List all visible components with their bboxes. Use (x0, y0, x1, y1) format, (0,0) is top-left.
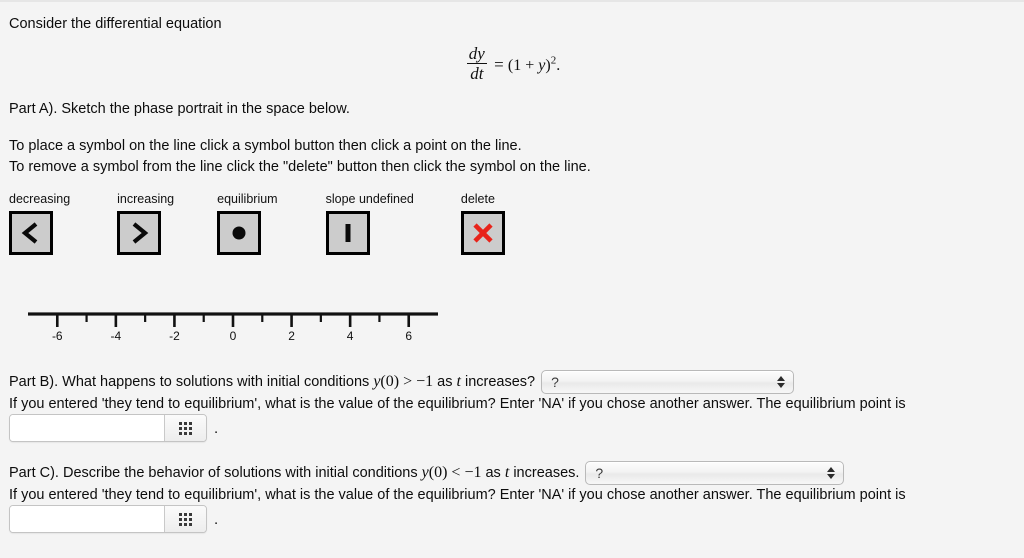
part-c-question: Part C). Describe the behavior of soluti… (0, 461, 845, 485)
part-b-select-spinner-icon (777, 376, 786, 388)
tool-decreasing-label: decreasing (9, 192, 71, 206)
equals-sign: = (494, 54, 504, 74)
part-c-question-pre: Part C). Describe the behavior of soluti… (9, 464, 422, 481)
vertical-bar-icon (337, 221, 359, 245)
part-c-math-input-group[interactable] (9, 505, 207, 533)
major-tick (407, 314, 411, 327)
math-keypad-grid-icon (179, 512, 192, 526)
part-c-subprompt: If you entered 'they tend to equilibrium… (9, 487, 906, 503)
equation-period: . (556, 56, 561, 74)
minor-tick (261, 314, 264, 322)
part-b-select[interactable]: ? (541, 370, 795, 394)
tick-label: -2 (169, 329, 180, 343)
part-b-answer-row: . (9, 414, 218, 442)
part-a-prompt: Part A). Sketch the phase portrait in th… (9, 101, 350, 117)
tick-label: 0 (230, 329, 237, 343)
tool-increasing: increasing (117, 192, 174, 255)
derivative-fraction: dy dt (466, 44, 487, 83)
increasing-button[interactable] (117, 211, 162, 255)
equilibrium-button[interactable] (217, 211, 262, 255)
minor-tick (319, 314, 322, 322)
tool-equilibrium-label: equilibrium (217, 192, 278, 206)
delete-button[interactable] (460, 211, 505, 255)
part-b-subprompt: If you entered 'they tend to equilibrium… (9, 396, 906, 412)
left-chevron-icon (20, 221, 42, 245)
part-b-question-post: increases? (460, 373, 536, 390)
place-symbol-instruction: To place a symbol on the line click a sy… (9, 138, 522, 154)
major-tick (290, 314, 293, 327)
fraction-denominator: dt (470, 64, 484, 83)
remove-symbol-instruction: To remove a symbol from the line click t… (9, 159, 591, 175)
part-c-math-var: y (421, 463, 429, 481)
phase-line-svg[interactable]: -6 -4 -2 0 2 4 6 (0, 302, 470, 350)
part-c-select-spinner-icon (827, 467, 836, 479)
slope-undefined-button[interactable] (325, 211, 370, 255)
part-c-math-arg: (0) (428, 463, 448, 481)
part-b-question-pre: Part B). What happens to solutions with … (9, 373, 374, 390)
tool-equilibrium: equilibrium (217, 192, 278, 255)
part-b-keypad-button[interactable] (164, 415, 206, 441)
part-c-trailing-period: . (214, 510, 219, 528)
part-c-question-post: increases. (509, 464, 580, 481)
tick-label: -6 (52, 329, 63, 343)
minor-tick (202, 314, 205, 322)
tool-delete: delete (460, 192, 505, 255)
part-c-select-value: ? (595, 465, 604, 481)
major-tick (114, 314, 118, 327)
tool-slope-undefined-label: slope undefined (325, 192, 414, 206)
minor-tick (85, 314, 88, 322)
differential-equation: dy dt = (1 + y)2. (0, 44, 1024, 83)
tick-label: 6 (405, 329, 412, 343)
part-b-math-input-group[interactable] (9, 414, 207, 442)
tool-delete-label: delete (460, 192, 495, 206)
rhs-open: (1 + (507, 56, 539, 74)
part-c-math-rel: < −1 (447, 463, 482, 481)
phase-line-canvas[interactable]: -6 -4 -2 0 2 4 6 (0, 302, 470, 350)
symbol-toolbar: decreasing increasing equilibrium slope … (9, 192, 505, 255)
part-b-math-arg: (0) (380, 372, 400, 390)
part-b-question: Part B). What happens to solutions with … (0, 370, 795, 394)
part-c-answer-row: . (9, 505, 218, 533)
major-tick (173, 314, 176, 327)
red-x-icon (471, 221, 495, 245)
math-keypad-grid-icon (179, 421, 192, 435)
part-c-select[interactable]: ? (585, 461, 845, 485)
part-b-select-value: ? (551, 374, 559, 390)
part-c-keypad-button[interactable] (164, 506, 206, 532)
part-b-math-rel: > −1 (399, 372, 434, 390)
decreasing-button[interactable] (9, 211, 53, 255)
part-b-equilibrium-input[interactable] (10, 415, 164, 441)
major-tick (55, 314, 59, 327)
minor-tick (378, 314, 381, 322)
major-tick (231, 314, 235, 327)
tool-increasing-label: increasing (117, 192, 175, 206)
worksheet-page: Consider the differential equation dy dt… (0, 0, 1024, 558)
major-tick (348, 314, 352, 327)
tick-label: 4 (347, 329, 354, 343)
intro-text: Consider the differential equation (9, 16, 222, 32)
right-chevron-icon (128, 221, 150, 245)
part-b-question-mid: as (433, 373, 457, 390)
part-b-trailing-period: . (214, 419, 219, 437)
part-c-question-mid: as (481, 464, 505, 481)
part-c-equilibrium-input[interactable] (10, 506, 164, 532)
tool-decreasing: decreasing (9, 192, 70, 255)
tick-label: 2 (288, 329, 295, 343)
tool-slope-undefined: slope undefined (325, 192, 414, 255)
filled-dot-icon (228, 222, 250, 244)
fraction-numerator: dy (466, 44, 487, 64)
minor-tick (144, 314, 147, 322)
tick-label: -4 (111, 329, 122, 343)
